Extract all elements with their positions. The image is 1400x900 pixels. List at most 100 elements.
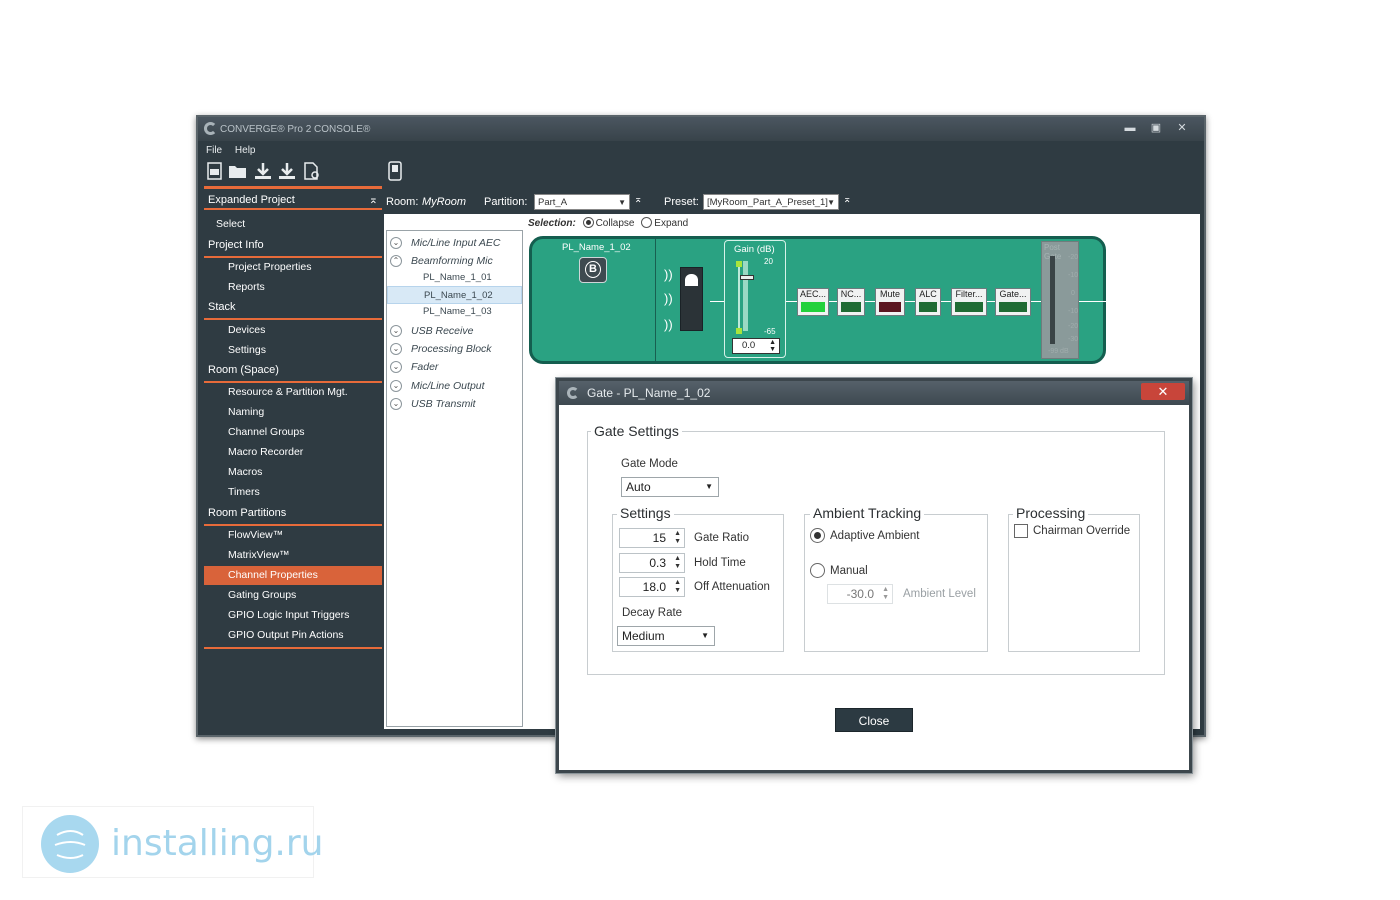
sidebar-section-stack[interactable]: Stack xyxy=(204,297,382,317)
tree-item-mic-line-input-aec[interactable]: ⌄ Mic/Line Input AEC xyxy=(387,234,522,252)
sidebar-item-devices[interactable]: Devices xyxy=(204,321,382,340)
sound-wave-icon: )) xyxy=(664,267,673,282)
sound-wave-icon: )) xyxy=(664,317,673,332)
off-attenuation-label: Off Attenuation xyxy=(694,581,770,593)
tree-item-mic-line-output[interactable]: ⌄ Mic/Line Output xyxy=(387,377,522,395)
off-attenuation-input[interactable]: 18.0 ▲ ▼ xyxy=(619,577,685,597)
adaptive-ambient-radio[interactable] xyxy=(810,528,825,543)
decay-rate-select[interactable]: Medium ▼ xyxy=(617,626,715,646)
status-led xyxy=(919,302,937,312)
new-project-icon[interactable] xyxy=(206,161,224,183)
hold-time-label: Hold Time xyxy=(694,557,746,569)
sidebar-item-channel-properties[interactable]: Channel Properties xyxy=(204,566,382,585)
ambient-level-input[interactable]: -30.0 ▲ ▼ xyxy=(827,584,893,604)
chevron-down-icon: ▼ xyxy=(827,198,835,207)
document-search-icon[interactable] xyxy=(302,161,320,183)
sidebar-section-room[interactable]: Room (Space) xyxy=(204,360,382,380)
download-all-icon[interactable] xyxy=(277,161,295,183)
chevron-down-icon[interactable]: ⌄ xyxy=(390,237,402,249)
manual-radio[interactable] xyxy=(810,563,825,578)
hold-time-input[interactable]: 0.3 ▲ ▼ xyxy=(619,553,685,573)
chevron-down-icon: ▼ xyxy=(618,198,626,207)
expand-radio[interactable] xyxy=(641,217,653,228)
device-icon[interactable] xyxy=(386,161,404,183)
close-icon[interactable]: ✕ xyxy=(1141,383,1185,400)
chevron-down-icon[interactable]: ⌄ xyxy=(390,361,402,373)
partition-select[interactable]: Part_A ▼ xyxy=(534,194,630,210)
sidebar-item-select[interactable]: Select xyxy=(204,215,382,234)
pin-icon[interactable]: ⌅ xyxy=(369,190,378,210)
sidebar-item-gpio-logic-input[interactable]: GPIO Logic Input Triggers xyxy=(204,606,382,625)
tree-item-processing-block[interactable]: ⌄ Processing Block xyxy=(387,340,522,358)
tree-item-pl-name-1-03[interactable]: PL_Name_1_03 xyxy=(387,303,522,321)
gain-indicator xyxy=(736,261,742,267)
meter-bar xyxy=(1050,256,1055,344)
gain-input[interactable]: 0.0 ▲ ▼ xyxy=(732,338,780,354)
sidebar-item-gpio-output-pin[interactable]: GPIO Output Pin Actions xyxy=(204,626,382,645)
title-bar[interactable]: CONVERGE® Pro 2 CONSOLE® ▬ ▣ ✕ xyxy=(198,117,1204,141)
sidebar-item-project-properties[interactable]: Project Properties xyxy=(204,258,382,277)
tree-item-pl-name-1-01[interactable]: PL_Name_1_01 xyxy=(387,269,522,287)
mute-block[interactable]: Mute xyxy=(875,288,905,316)
app-logo-icon xyxy=(204,122,217,135)
toolbar-divider xyxy=(204,186,382,189)
gain-slider-rail[interactable] xyxy=(743,261,748,331)
strip-divider xyxy=(655,239,656,361)
alc-block[interactable]: ALC xyxy=(915,288,941,316)
close-window-button[interactable]: ✕ xyxy=(1172,121,1192,135)
beamforming-badge[interactable]: B xyxy=(579,257,607,283)
tree-item-usb-transmit[interactable]: ⌄ USB Transmit xyxy=(387,395,522,413)
gate-ratio-input[interactable]: 15 ▲ ▼ xyxy=(619,528,685,548)
gate-dialog-titlebar[interactable]: Gate - PL_Name_1_02 ✕ xyxy=(559,381,1189,405)
spinner-arrows-icon[interactable]: ▲ ▼ xyxy=(769,339,776,353)
sidebar-item-flowview[interactable]: FlowView™ xyxy=(204,526,382,545)
gain-slider-handle[interactable] xyxy=(740,275,754,280)
tree-item-usb-receive[interactable]: ⌄ USB Receive xyxy=(387,322,522,340)
maximize-button[interactable]: ▣ xyxy=(1146,121,1166,135)
open-folder-icon[interactable] xyxy=(228,161,246,183)
partition-pin-icon[interactable]: ⌅ xyxy=(634,194,642,205)
spinner-arrows-icon[interactable]: ▲ ▼ xyxy=(882,586,889,602)
minimize-button[interactable]: ▬ xyxy=(1120,121,1140,135)
gate-mode-select[interactable]: Auto ▼ xyxy=(621,477,719,497)
preset-pin-icon[interactable]: ⌅ xyxy=(843,194,851,205)
sidebar-item-settings[interactable]: Settings xyxy=(204,341,382,360)
menu-help[interactable]: Help xyxy=(235,145,256,156)
preset-select[interactable]: [MyRoom_Part_A_Preset_1] ▼ xyxy=(703,194,839,210)
chevron-down-icon[interactable]: ⌄ xyxy=(390,325,402,337)
nc-block[interactable]: NC... xyxy=(837,288,865,316)
sidebar-item-macros[interactable]: Macros xyxy=(204,463,382,482)
chevron-down-icon[interactable]: ⌄ xyxy=(390,398,402,410)
sidebar-item-matrixview[interactable]: MatrixView™ xyxy=(204,546,382,565)
tree-item-fader[interactable]: ⌄ Fader xyxy=(387,358,522,376)
b-badge-icon: B xyxy=(585,261,601,278)
sidebar-item-gating-groups[interactable]: Gating Groups xyxy=(204,586,382,605)
meter-tick: 0 xyxy=(1071,290,1075,297)
download-icon[interactable] xyxy=(253,161,271,183)
decay-rate-label: Decay Rate xyxy=(622,607,683,619)
collapse-radio[interactable] xyxy=(582,217,594,228)
spinner-arrows-icon[interactable]: ▲ ▼ xyxy=(674,555,681,571)
sidebar-item-macro-recorder[interactable]: Macro Recorder xyxy=(204,443,382,462)
menu-file[interactable]: File xyxy=(206,145,222,156)
filter-block[interactable]: Filter... xyxy=(951,288,987,316)
sidebar-item-reports[interactable]: Reports xyxy=(204,278,382,297)
gate-block[interactable]: Gate... xyxy=(995,288,1031,316)
chevron-up-icon[interactable]: ⌃ xyxy=(390,255,402,267)
spinner-arrows-icon[interactable]: ▲ ▼ xyxy=(674,579,681,595)
sidebar-item-timers[interactable]: Timers xyxy=(204,483,382,502)
chairman-override-checkbox[interactable] xyxy=(1014,524,1028,538)
tree-item-beamforming-mic[interactable]: ⌃ Beamforming Mic xyxy=(387,252,522,270)
chevron-down-icon[interactable]: ⌄ xyxy=(390,380,402,392)
chevron-down-icon[interactable]: ⌄ xyxy=(390,343,402,355)
close-button[interactable]: Close xyxy=(835,708,913,732)
sidebar-section-room-partitions[interactable]: Room Partitions xyxy=(204,503,382,523)
tree-item-pl-name-1-02[interactable]: PL_Name_1_02 xyxy=(387,286,522,304)
status-led xyxy=(955,302,983,312)
sidebar-section-project-info[interactable]: Project Info xyxy=(204,235,382,255)
spinner-arrows-icon[interactable]: ▲ ▼ xyxy=(674,530,681,546)
sidebar-item-channel-groups[interactable]: Channel Groups xyxy=(204,423,382,442)
aec-block[interactable]: AEC... xyxy=(797,288,829,316)
sidebar-item-resource-partition[interactable]: Resource & Partition Mgt. xyxy=(204,383,382,402)
sidebar-item-naming[interactable]: Naming xyxy=(204,403,382,422)
